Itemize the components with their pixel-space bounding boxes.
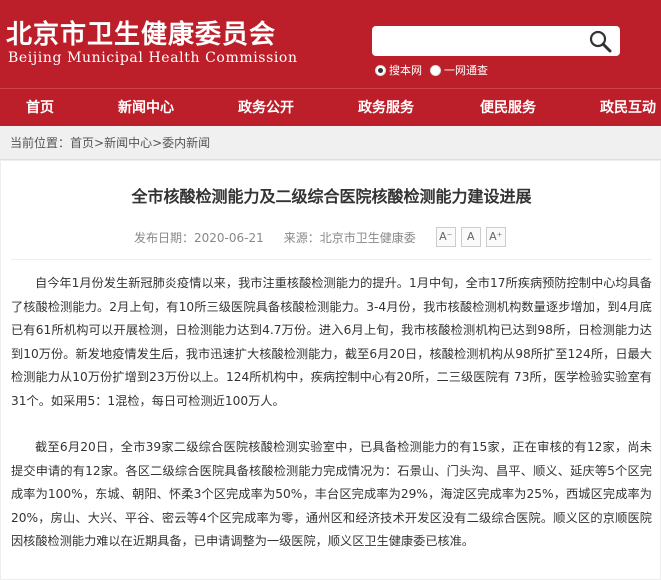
font-normal-button[interactable]: A: [460, 227, 481, 247]
main-nav: 首页 新闻中心 政务公开 政务服务 便民服务 政民互动: [0, 88, 661, 126]
nav-item-interaction[interactable]: 政民互动: [600, 89, 656, 126]
breadcrumb: 当前位置：首页>新闻中心>委内新闻: [0, 126, 661, 160]
search-box: [372, 26, 620, 56]
font-size-controls: A⁻ A A⁺: [435, 227, 511, 247]
nav-item-gov-affairs[interactable]: 政务公开: [238, 89, 294, 126]
breadcrumb-prefix: 当前位置：: [10, 136, 71, 150]
breadcrumb-path[interactable]: 首页>新闻中心>委内新闻: [70, 136, 210, 150]
search-scope: 搜本网 一网通查: [375, 62, 496, 78]
nav-item-home[interactable]: 首页: [26, 89, 54, 126]
scope-all-label: 一网通查: [444, 64, 488, 77]
site-header: 北京市卫生健康委员会 Beijing Municipal Health Comm…: [0, 0, 661, 88]
nav-item-news[interactable]: 新闻中心: [118, 89, 174, 126]
article-paragraph: 自今年1月份发生新冠肺炎疫情以来，我市注重核酸检测能力的提升。1月中旬，全市17…: [11, 276, 652, 408]
nav-item-public-services[interactable]: 便民服务: [480, 89, 536, 126]
scope-site-option[interactable]: 搜本网: [375, 62, 422, 78]
article-meta: 发布日期：2020-06-21 来源：北京市卫生健康委 A⁻ A A⁺: [134, 227, 511, 247]
site-title[interactable]: 北京市卫生健康委员会: [6, 14, 276, 51]
search-input[interactable]: [380, 30, 585, 52]
font-larger-button[interactable]: A⁺: [485, 227, 506, 247]
divider: [11, 259, 652, 260]
radio-unchecked-icon[interactable]: [430, 64, 441, 76]
scope-site-label: 搜本网: [389, 64, 422, 77]
scope-all-option[interactable]: 一网通查: [430, 62, 488, 78]
article-panel: 全市核酸检测能力及二级综合医院核酸检测能力建设进展 发布日期：2020-06-2…: [0, 160, 661, 580]
font-smaller-button[interactable]: A⁻: [435, 227, 456, 247]
article-title: 全市核酸检测能力及二级综合医院核酸检测能力建设进展: [131, 187, 532, 206]
search-icon[interactable]: [588, 29, 612, 53]
article-source: 来源：北京市卫生健康委: [283, 230, 416, 245]
nav-item-gov-services[interactable]: 政务服务: [358, 89, 414, 126]
publish-date: 发布日期：2020-06-21: [134, 230, 264, 245]
site-title-english[interactable]: Beijing Municipal Health Commission: [8, 50, 298, 66]
radio-checked-icon[interactable]: [375, 64, 386, 76]
article-paragraph: 截至6月20日，全市39家二级综合医院核酸检测实验室中，已具备检测能力的有15家…: [11, 440, 652, 549]
